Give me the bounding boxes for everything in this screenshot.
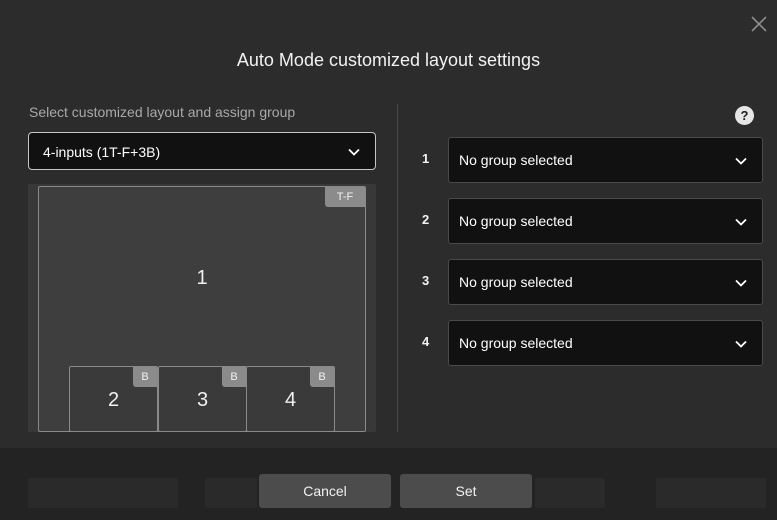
chevron-down-icon xyxy=(735,157,747,165)
chevron-down-icon xyxy=(735,279,747,287)
group-dropdown-4[interactable]: No group selected xyxy=(448,320,763,366)
chevron-down-icon xyxy=(735,218,747,226)
tile-number: 2 xyxy=(107,389,120,411)
group-dropdown-1[interactable]: No group selected xyxy=(448,137,763,183)
tile-tag: B xyxy=(310,367,334,387)
layout-dropdown-value: 4-inputs (1T-F+3B) xyxy=(43,144,161,160)
tile-number: 3 xyxy=(196,389,209,411)
tile-number: 4 xyxy=(284,389,297,411)
tile-tag: B xyxy=(222,367,246,387)
background-control xyxy=(656,478,766,508)
group-row-number-3: 3 xyxy=(422,273,430,288)
layout-tile-2[interactable]: 2 B xyxy=(69,366,158,432)
layout-dropdown[interactable]: 4-inputs (1T-F+3B) xyxy=(28,132,376,170)
group-dropdown-3[interactable]: No group selected xyxy=(448,259,763,305)
close-icon xyxy=(751,16,767,32)
background-control xyxy=(28,478,178,508)
background-control xyxy=(535,478,605,508)
cancel-button[interactable]: Cancel xyxy=(259,474,391,508)
group-dropdown-value: No group selected xyxy=(459,274,573,290)
close-button[interactable] xyxy=(745,10,773,38)
group-dropdown-value: No group selected xyxy=(459,335,573,351)
dialog-title: Auto Mode customized layout settings xyxy=(236,50,541,70)
tile-number: 1 xyxy=(196,267,208,289)
group-row-number-2: 2 xyxy=(422,212,430,227)
background-control xyxy=(205,478,257,508)
chevron-down-icon xyxy=(348,148,360,156)
group-row-number-4: 4 xyxy=(422,334,430,349)
layout-select-label: Select customized layout and assign grou… xyxy=(29,104,296,120)
panel-divider xyxy=(397,104,398,432)
layout-tile-4[interactable]: 4 B xyxy=(246,366,335,432)
layout-tile-3[interactable]: 3 B xyxy=(158,366,247,432)
set-button[interactable]: Set xyxy=(400,474,532,508)
tile-tag: T-F xyxy=(325,187,365,207)
layout-settings-dialog: Auto Mode customized layout settings Sel… xyxy=(0,0,777,520)
help-icon[interactable]: ? xyxy=(735,106,754,125)
group-dropdown-value: No group selected xyxy=(459,213,573,229)
chevron-down-icon xyxy=(735,340,747,348)
group-dropdown-2[interactable]: No group selected xyxy=(448,198,763,244)
group-row-number-1: 1 xyxy=(422,151,430,166)
tile-tag: B xyxy=(133,367,157,387)
group-dropdown-value: No group selected xyxy=(459,152,573,168)
layout-preview: 1 T-F 2 B 3 B 4 B xyxy=(28,184,376,432)
